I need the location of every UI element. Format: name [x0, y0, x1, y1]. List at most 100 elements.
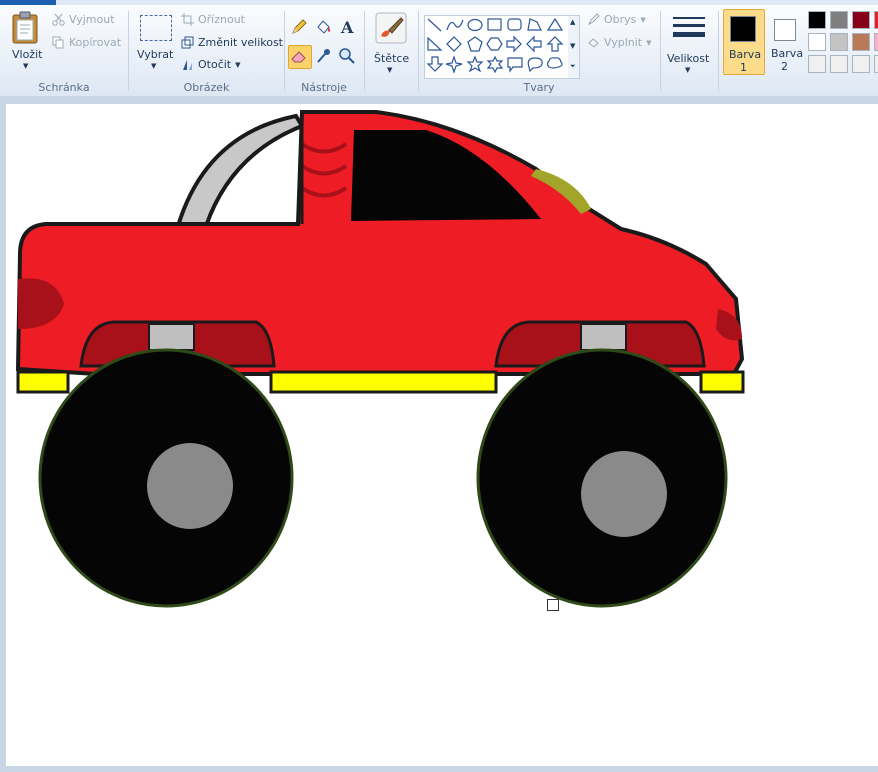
cut-label: Vyjmout [69, 13, 115, 26]
rear-hub [147, 443, 233, 529]
outline-label: Obrys [604, 13, 637, 26]
text-tool[interactable]: A [337, 17, 357, 37]
size-group: Velikost ▼ [661, 5, 717, 96]
color1-label: Barva [729, 48, 762, 61]
outline-pen-icon [587, 13, 600, 26]
svg-text:A: A [340, 18, 354, 37]
resize-handle-bottom[interactable] [547, 599, 559, 611]
clipboard-group-label: Schránka [38, 81, 90, 94]
palette-color-swatch[interactable] [830, 11, 848, 29]
size-button[interactable]: Velikost ▼ [667, 9, 711, 79]
pencil-tool[interactable] [289, 17, 309, 37]
resize-icon [181, 36, 194, 49]
palette-color-swatch[interactable] [874, 11, 878, 29]
image-group-label: Obrázek [183, 81, 230, 94]
down-arrow-shape-icon [426, 56, 444, 72]
drawing-canvas[interactable] [6, 104, 878, 766]
shapes-gallery [424, 15, 570, 79]
scroll-up-icon[interactable]: ▲ [570, 18, 575, 26]
color1-button[interactable]: Barva 1 [723, 9, 765, 75]
image-group: Vybrat ▼ Oříznout Změnit velikost Otočit… [129, 5, 284, 96]
palette-color-swatch[interactable] [852, 55, 870, 73]
size-label: Velikost [667, 52, 710, 65]
line-shape-icon [427, 18, 442, 32]
shapes-gallery-icons [426, 17, 564, 74]
color2-label: Barva [771, 47, 804, 60]
chevron-down-icon: ▼ [235, 60, 241, 69]
shapes-scrollbar[interactable]: ▲ ▼ ⏷ [568, 15, 580, 79]
fill-button[interactable]: Vyplnit ▼ [587, 36, 652, 49]
color1-swatch [730, 16, 756, 42]
chevron-down-icon: ▼ [23, 62, 29, 70]
palette-color-swatch[interactable] [852, 33, 870, 51]
brushes-group: Štětce ▼ [365, 5, 417, 96]
paste-button[interactable]: Vložit ▼ [6, 9, 46, 73]
select-rect-icon [140, 15, 172, 41]
palette-color-swatch[interactable] [808, 55, 826, 73]
palette-color-swatch[interactable] [830, 55, 848, 73]
front-suspension [580, 323, 627, 351]
outline-button[interactable]: Obrys ▼ [587, 13, 646, 26]
left-arrow-shape-icon [526, 35, 542, 53]
scroll-down-icon[interactable]: ▼ [570, 42, 575, 50]
tools-group-label: Nástroje [301, 81, 347, 94]
clipboard-group: Vložit ▼ Vyjmout Kopírovat Schránka [0, 5, 128, 96]
paste-label: Vložit [12, 48, 43, 61]
paint-bucket-icon [317, 20, 330, 34]
chevron-down-icon: ▼ [387, 66, 393, 74]
palette-color-swatch[interactable] [808, 33, 826, 51]
color-palette [808, 11, 878, 77]
brushes-label: Štětce [374, 52, 410, 65]
right-arrow-shape-icon [506, 35, 522, 53]
palette-color-swatch[interactable] [808, 11, 826, 29]
front-hub [581, 451, 667, 537]
right-triangle-shape-icon [427, 36, 443, 51]
diamond-shape-icon [446, 36, 462, 52]
palette-color-swatch[interactable] [830, 33, 848, 51]
curve-shape-icon [446, 19, 464, 31]
rotate-label: Otočit [198, 58, 232, 71]
oval-shape-icon [467, 18, 483, 32]
scissors-icon [52, 13, 65, 26]
eraser-tool[interactable] [288, 45, 312, 69]
oval-callout-shape-icon [527, 57, 543, 73]
color-picker-tool[interactable] [313, 46, 333, 66]
brushes-button[interactable]: Štětce ▼ [371, 9, 411, 74]
crop-label: Oříznout [198, 13, 245, 26]
fill-bucket-icon [588, 38, 599, 48]
resize-button[interactable]: Změnit velikost [181, 36, 283, 49]
eraser-icon [291, 51, 306, 63]
copy-icon [52, 36, 64, 49]
clipboard-icon [12, 11, 38, 44]
chevron-down-icon: ▼ [685, 66, 691, 74]
cloud-callout-shape-icon [546, 57, 563, 69]
rectangle-shape-icon [487, 18, 502, 31]
palette-color-swatch[interactable] [874, 33, 878, 51]
polygon-shape-icon [527, 18, 542, 31]
rear-suspension [148, 323, 195, 351]
cut-button[interactable]: Vyjmout [52, 13, 115, 26]
copy-button[interactable]: Kopírovat [52, 36, 121, 49]
fill-label: Vyplnit [604, 36, 643, 49]
color2-button[interactable]: Barva 2 [767, 9, 805, 75]
six-point-star-shape-icon [486, 55, 504, 74]
expand-gallery-icon[interactable]: ⏷ [570, 62, 576, 71]
chevron-down-icon: ▼ [640, 15, 646, 24]
rounded-rect-shape-icon [507, 18, 522, 31]
palette-color-swatch[interactable] [852, 11, 870, 29]
crop-button[interactable]: Oříznout [181, 13, 245, 26]
canvas-area [0, 96, 878, 772]
shapes-group-label: Tvary [523, 81, 555, 94]
fill-tool[interactable] [313, 17, 333, 37]
pentagon-shape-icon [467, 36, 483, 52]
select-button[interactable]: Vybrat ▼ [135, 9, 177, 73]
crop-icon [181, 13, 194, 26]
triangle-shape-icon [546, 17, 564, 31]
trim-rear [16, 370, 70, 394]
palette-color-swatch[interactable] [874, 55, 878, 73]
magnifier-tool[interactable] [337, 46, 357, 66]
trim-middle [269, 370, 498, 394]
chevron-down-icon: ▼ [151, 62, 157, 70]
rotate-button[interactable]: Otočit ▼ [181, 58, 241, 71]
color2-swatch [774, 19, 796, 41]
